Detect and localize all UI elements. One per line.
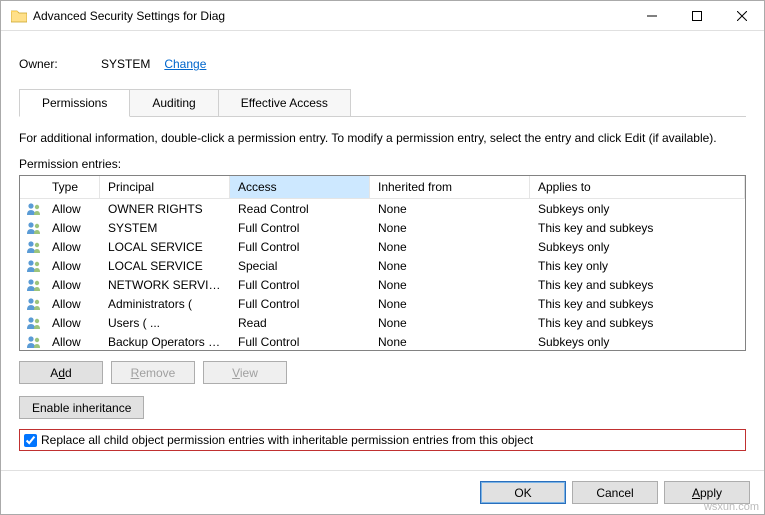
cell-type: Allow xyxy=(44,220,100,236)
watermark: wsxun.com xyxy=(704,501,759,513)
info-text: For additional information, double-click… xyxy=(19,131,746,145)
users-icon xyxy=(20,334,44,350)
cell-applies: This key only xyxy=(530,258,745,274)
cell-principal: OWNER RIGHTS xyxy=(100,201,230,217)
cell-access: Full Control xyxy=(230,239,370,255)
permissions-grid: Type Principal Access Inherited from App… xyxy=(19,175,746,351)
tab-auditing[interactable]: Auditing xyxy=(129,89,218,116)
users-icon xyxy=(20,201,44,217)
change-owner-link[interactable]: Change xyxy=(164,57,206,71)
cell-access: Read Control xyxy=(230,201,370,217)
cell-inherited: None xyxy=(370,334,530,350)
grid-body[interactable]: AllowOWNER RIGHTSRead ControlNoneSubkeys… xyxy=(20,199,745,350)
users-icon xyxy=(20,277,44,293)
header-access[interactable]: Access xyxy=(230,176,370,198)
cell-type: Allow xyxy=(44,334,100,350)
close-button[interactable] xyxy=(719,1,764,31)
cell-principal: LOCAL SERVICE xyxy=(100,258,230,274)
cell-applies: Subkeys only xyxy=(530,239,745,255)
add-button[interactable]: Add xyxy=(19,361,103,384)
users-icon xyxy=(20,315,44,331)
users-icon xyxy=(20,296,44,312)
maximize-button[interactable] xyxy=(674,1,719,31)
security-settings-window: Advanced Security Settings for Diag Owne… xyxy=(0,0,765,515)
grid-header-row: Type Principal Access Inherited from App… xyxy=(20,176,745,199)
cell-inherited: None xyxy=(370,296,530,312)
users-icon xyxy=(20,220,44,236)
enable-inheritance-button[interactable]: Enable inheritance xyxy=(19,396,144,419)
table-row[interactable]: AllowBackup Operators (...Full ControlNo… xyxy=(20,332,745,350)
table-row[interactable]: AllowNETWORK SERVICEFull ControlNoneThis… xyxy=(20,275,745,294)
header-principal[interactable]: Principal xyxy=(100,176,230,198)
replace-children-checkbox-row[interactable]: Replace all child object permission entr… xyxy=(19,429,746,451)
cell-access: Full Control xyxy=(230,220,370,236)
cell-applies: Subkeys only xyxy=(530,201,745,217)
cell-inherited: None xyxy=(370,315,530,331)
cell-principal: Backup Operators (... xyxy=(100,334,230,350)
titlebar[interactable]: Advanced Security Settings for Diag xyxy=(1,1,764,31)
cell-inherited: None xyxy=(370,201,530,217)
cell-access: Special xyxy=(230,258,370,274)
cell-principal: SYSTEM xyxy=(100,220,230,236)
table-row[interactable]: AllowUsers ( ...ReadNoneThis key and sub… xyxy=(20,313,745,332)
cell-applies: This key and subkeys xyxy=(530,315,745,331)
header-type[interactable]: Type xyxy=(44,176,100,198)
cell-type: Allow xyxy=(44,315,100,331)
ok-button[interactable]: OK xyxy=(480,481,566,504)
view-button: View xyxy=(203,361,287,384)
minimize-button[interactable] xyxy=(629,1,674,31)
cell-principal: Administrators ( xyxy=(100,296,230,312)
cell-applies: This key and subkeys xyxy=(530,277,745,293)
cell-access: Read xyxy=(230,315,370,331)
cell-access: Full Control xyxy=(230,296,370,312)
cell-access: Full Control xyxy=(230,334,370,350)
cell-type: Allow xyxy=(44,201,100,217)
tab-effective-access[interactable]: Effective Access xyxy=(218,89,351,116)
window-title: Advanced Security Settings for Diag xyxy=(33,9,629,23)
cancel-button[interactable]: Cancel xyxy=(572,481,658,504)
cell-type: Allow xyxy=(44,277,100,293)
owner-value: SYSTEM xyxy=(101,57,150,71)
table-row[interactable]: AllowLOCAL SERVICESpecialNoneThis key on… xyxy=(20,256,745,275)
cell-access: Full Control xyxy=(230,277,370,293)
cell-type: Allow xyxy=(44,296,100,312)
folder-icon xyxy=(11,9,27,23)
replace-children-checkbox[interactable] xyxy=(24,434,37,447)
table-row[interactable]: AllowAdministrators (Full ControlNoneThi… xyxy=(20,294,745,313)
table-row[interactable]: AllowLOCAL SERVICEFull ControlNoneSubkey… xyxy=(20,237,745,256)
dialog-footer: OK Cancel Apply xyxy=(1,470,764,514)
entry-buttons: Add Remove View xyxy=(19,361,746,384)
inheritance-row: Enable inheritance xyxy=(19,396,746,419)
users-icon xyxy=(20,258,44,274)
owner-row: Owner: SYSTEM Change xyxy=(19,57,746,71)
table-row[interactable]: AllowOWNER RIGHTSRead ControlNoneSubkeys… xyxy=(20,199,745,218)
cell-inherited: None xyxy=(370,277,530,293)
users-icon xyxy=(20,239,44,255)
tab-permissions[interactable]: Permissions xyxy=(19,89,130,117)
owner-label: Owner: xyxy=(19,57,101,71)
tabs: Permissions Auditing Effective Access xyxy=(19,89,746,117)
header-icon[interactable] xyxy=(20,176,44,198)
remove-button: Remove xyxy=(111,361,195,384)
replace-children-label: Replace all child object permission entr… xyxy=(41,433,533,447)
cell-applies: Subkeys only xyxy=(530,334,745,350)
cell-type: Allow xyxy=(44,239,100,255)
cell-inherited: None xyxy=(370,220,530,236)
header-applies-to[interactable]: Applies to xyxy=(530,176,745,198)
cell-inherited: None xyxy=(370,258,530,274)
cell-applies: This key and subkeys xyxy=(530,220,745,236)
cell-principal: NETWORK SERVICE xyxy=(100,277,230,293)
cell-applies: This key and subkeys xyxy=(530,296,745,312)
entries-label: Permission entries: xyxy=(19,157,746,171)
content-area: Owner: SYSTEM Change Permissions Auditin… xyxy=(1,31,764,470)
table-row[interactable]: AllowSYSTEMFull ControlNoneThis key and … xyxy=(20,218,745,237)
header-inherited-from[interactable]: Inherited from xyxy=(370,176,530,198)
cell-principal: LOCAL SERVICE xyxy=(100,239,230,255)
cell-inherited: None xyxy=(370,239,530,255)
cell-principal: Users ( ... xyxy=(100,315,230,331)
cell-type: Allow xyxy=(44,258,100,274)
